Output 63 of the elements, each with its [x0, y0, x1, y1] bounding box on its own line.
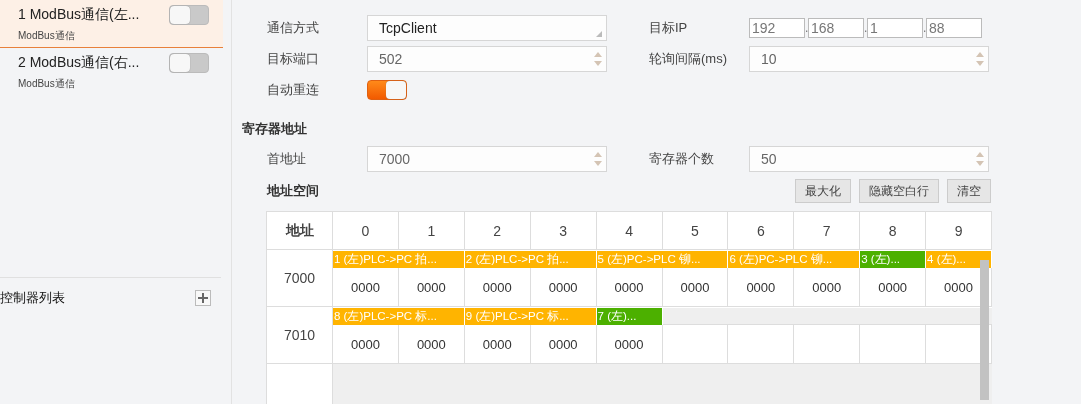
value-cell: 0000 — [464, 268, 531, 307]
value-cell: 0000 — [662, 268, 729, 307]
item-subtitle: ModBus通信 — [18, 28, 76, 43]
ip-separator: . — [805, 20, 808, 35]
spin-arrows-icon[interactable] — [594, 151, 602, 168]
number-field[interactable]: 7000 — [367, 146, 607, 173]
column-header: 7 — [794, 212, 861, 250]
column-header: 8 — [860, 212, 927, 250]
value-cell: 0000 — [860, 268, 927, 307]
column-header: 4 — [596, 212, 663, 250]
value-cell: 0000 — [530, 268, 597, 307]
value-cell: 0000 — [728, 268, 795, 307]
ip-octet-field[interactable]: 1 — [867, 17, 923, 38]
item-title: 1 ModBus通信(左... — [18, 5, 140, 24]
register-tag[interactable]: 7 (左)... — [596, 308, 663, 325]
toolbar-button[interactable]: 清空 — [947, 179, 991, 203]
dropdown-corner-icon — [596, 30, 602, 37]
number-field[interactable]: 50 — [749, 146, 989, 173]
field-label: 目标端口 — [267, 49, 320, 68]
value-cell: 0000 — [333, 268, 399, 307]
field-label: 轮询间隔(ms) — [649, 49, 728, 68]
toolbar-button[interactable]: 最大化 — [795, 179, 851, 203]
column-header: 1 — [398, 212, 465, 250]
column-header: 9 — [926, 212, 992, 250]
toggle-switch[interactable] — [367, 80, 407, 101]
section-title: 寄存器地址 — [242, 119, 308, 138]
sidebar-item[interactable]: 1 ModBus通信(左... ModBus通信 — [0, 0, 223, 48]
spin-arrows-icon[interactable] — [976, 50, 984, 67]
ip-separator: . — [864, 20, 867, 35]
value-cell: 0000 — [596, 268, 663, 307]
field-label: 首地址 — [267, 150, 307, 169]
sidebar-item[interactable]: 2 ModBus通信(右... ModBus通信 — [0, 48, 223, 96]
column-header: 3 — [530, 212, 597, 250]
section-title: 控制器列表 — [0, 289, 65, 307]
column-header: 5 — [662, 212, 729, 250]
toolbar-button[interactable]: 隐藏空白行 — [859, 179, 939, 203]
column-header: 地址 — [267, 212, 333, 250]
field-label: 自动重连 — [267, 81, 320, 100]
item-subtitle: ModBus通信 — [18, 76, 76, 91]
field-label: 通信方式 — [267, 18, 320, 37]
value-cell: 0000 — [794, 268, 861, 307]
ip-separator: . — [923, 20, 926, 35]
toggle-switch[interactable] — [169, 52, 209, 73]
toggle-switch[interactable] — [169, 4, 209, 25]
ip-octet-field[interactable]: 192 — [749, 17, 805, 38]
add-button[interactable] — [195, 290, 211, 306]
section-title: 地址空间 — [267, 182, 319, 200]
spin-arrows-icon[interactable] — [594, 50, 602, 67]
number-field[interactable]: 502 — [367, 45, 607, 72]
register-tag[interactable]: 3 (左)... — [860, 251, 927, 268]
number-field[interactable]: 10 — [749, 45, 989, 72]
field-label: 寄存器个数 — [649, 150, 715, 169]
item-title: 2 ModBus通信(右... — [18, 53, 140, 72]
ip-octet-field[interactable]: 88 — [926, 17, 982, 38]
field-label: 目标IP — [649, 18, 689, 37]
value-cell: 0000 — [398, 268, 465, 307]
column-header: 0 — [333, 212, 399, 250]
column-header: 6 — [728, 212, 795, 250]
spin-arrows-icon[interactable] — [976, 151, 984, 168]
ip-octet-field[interactable]: 168 — [808, 17, 864, 38]
scrollbar[interactable] — [980, 260, 989, 400]
select-field[interactable]: TcpClient — [367, 14, 607, 41]
column-header: 2 — [464, 212, 531, 250]
